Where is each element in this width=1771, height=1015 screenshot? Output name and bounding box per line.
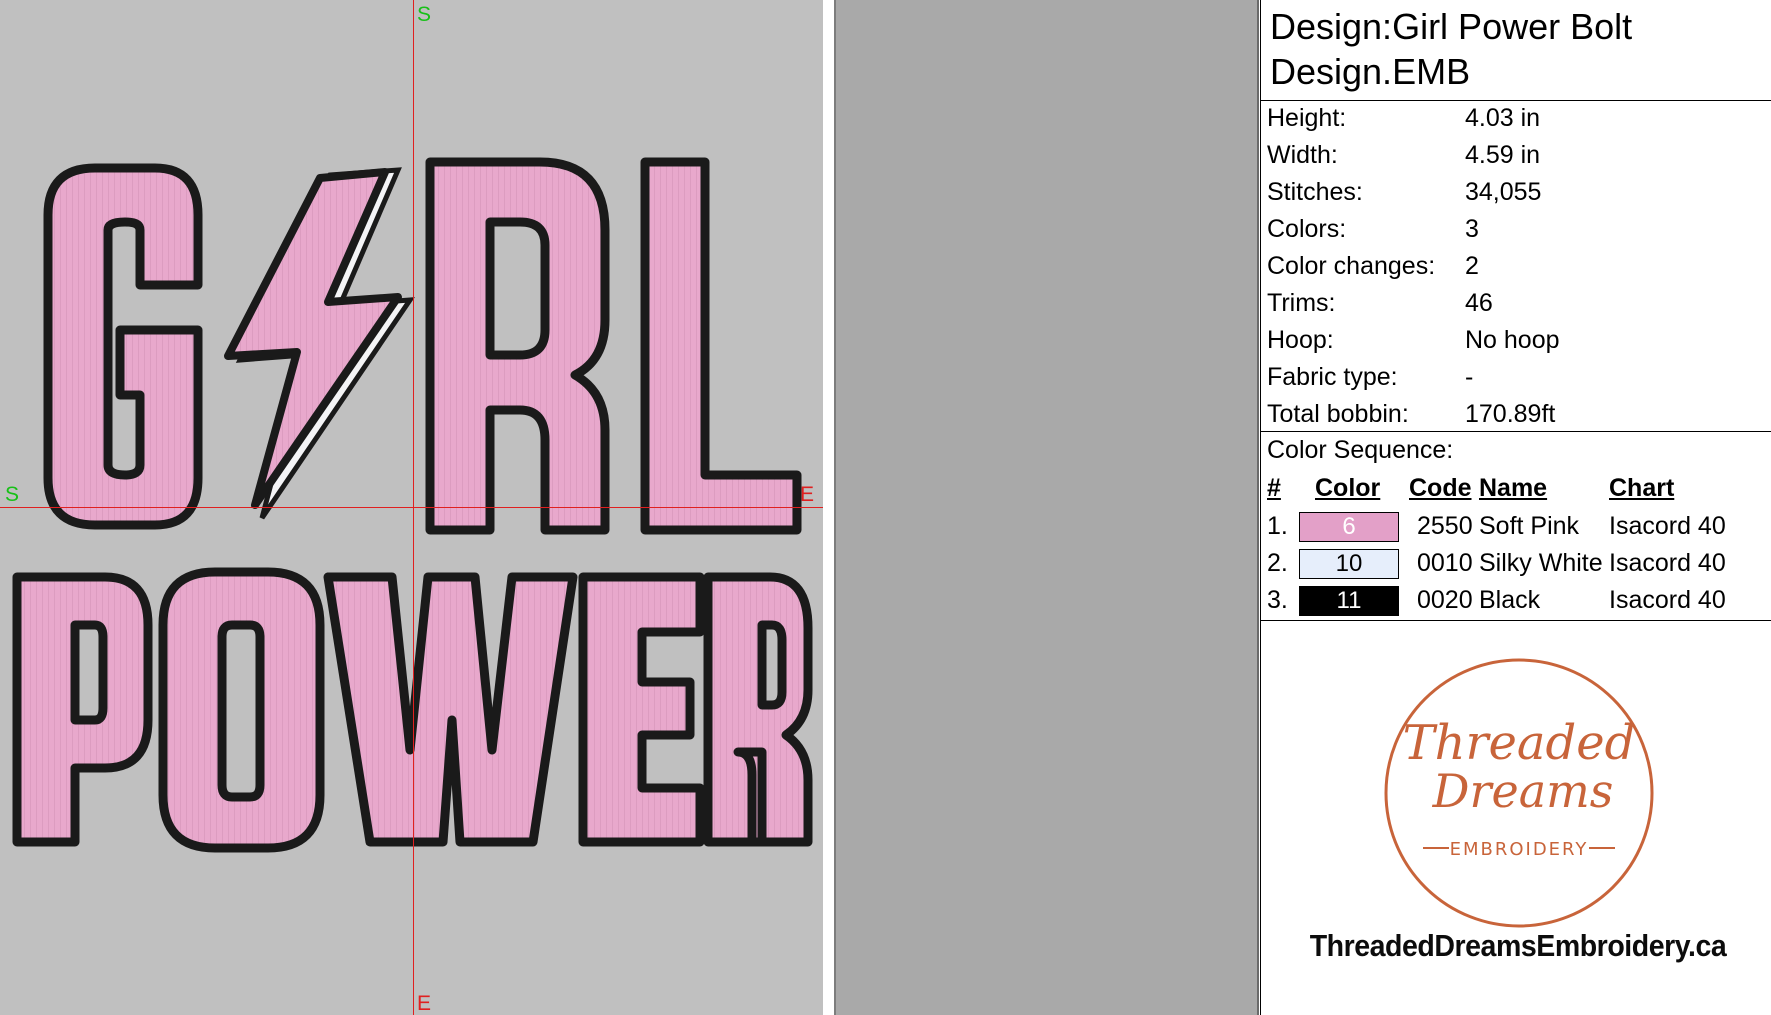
stat-label: Hoop: [1267, 326, 1334, 354]
thread-chart: Isacord 40 [1609, 549, 1726, 577]
color-sequence-label: Color Sequence: [1267, 436, 1454, 464]
stat-value: No hoop [1465, 326, 1560, 354]
thread-chart: Isacord 40 [1609, 586, 1726, 614]
letter-p [12, 572, 153, 847]
col-header-num: # [1267, 474, 1281, 502]
stat-label: Fabric type: [1267, 363, 1398, 391]
divider [1261, 620, 1771, 621]
col-header-chart: Chart [1609, 474, 1675, 502]
col-header-name: Name [1479, 474, 1548, 502]
design-info-panel: Design:Girl Power Bolt Design.EMB Height… [1257, 0, 1771, 1015]
letter-r-power [703, 572, 813, 847]
axis-label-right: E [800, 483, 815, 506]
axis-label-left: S [5, 483, 20, 506]
letter-g [43, 163, 203, 530]
stat-label: Width: [1267, 141, 1338, 169]
color-swatch: 10 [1299, 549, 1399, 579]
stat-label: Height: [1267, 104, 1347, 132]
stat-value: 2 [1465, 252, 1479, 280]
letter-l [640, 157, 802, 535]
stat-value: 4.03 in [1465, 104, 1541, 132]
canvas-border-shadow [834, 0, 836, 1015]
seq-number: 1. [1267, 512, 1288, 540]
letter-o [158, 567, 325, 853]
col-header-color: Color [1315, 474, 1381, 502]
stat-label: Colors: [1267, 215, 1347, 243]
thread-chart: Isacord 40 [1609, 512, 1726, 540]
stat-value: 170.89ft [1465, 400, 1556, 428]
design-canvas[interactable]: S E S E [0, 0, 823, 1015]
threaded-dreams-logo: Threaded Dreams EMBROIDERY [1384, 658, 1654, 928]
axis-label-top: S [417, 3, 432, 26]
letter-w [323, 572, 578, 847]
thread-code: 0010 [1417, 549, 1473, 577]
seq-number: 2. [1267, 549, 1288, 577]
design-title: Design:Girl Power Bolt Design.EMB [1270, 6, 1633, 92]
logo-line-3: EMBROIDERY [1450, 839, 1589, 860]
stat-value: 34,055 [1465, 178, 1542, 206]
stat-value: 3 [1465, 215, 1479, 243]
logo-line-2: Dreams [1432, 764, 1614, 818]
letter-e [578, 572, 705, 847]
thread-code: 0020 [1417, 586, 1473, 614]
letter-r [425, 157, 610, 535]
website-url: ThreadedDreamsEmbroidery.ca [1309, 928, 1727, 963]
stat-label: Stitches: [1267, 178, 1363, 206]
stat-label: Total bobbin: [1267, 400, 1409, 428]
thread-name: Silky White [1479, 549, 1603, 577]
seq-number: 3. [1267, 586, 1288, 614]
thread-code: 2550 [1417, 512, 1473, 540]
stat-label: Trims: [1267, 289, 1336, 317]
axis-label-bottom: E [417, 992, 432, 1015]
stat-value: - [1465, 363, 1474, 391]
logo-line-1: Threaded [1403, 715, 1636, 771]
horizontal-axis-line [0, 507, 823, 508]
thread-name: Soft Pink [1479, 512, 1580, 540]
thread-name: Black [1479, 586, 1541, 614]
stat-label: Color changes: [1267, 252, 1436, 280]
canvas-border [823, 0, 834, 1015]
color-swatch: 6 [1299, 512, 1399, 542]
color-swatch: 11 [1299, 586, 1399, 616]
col-header-code: Code [1409, 474, 1472, 502]
stat-value: 4.59 in [1465, 141, 1541, 169]
stat-value: 46 [1465, 289, 1493, 317]
